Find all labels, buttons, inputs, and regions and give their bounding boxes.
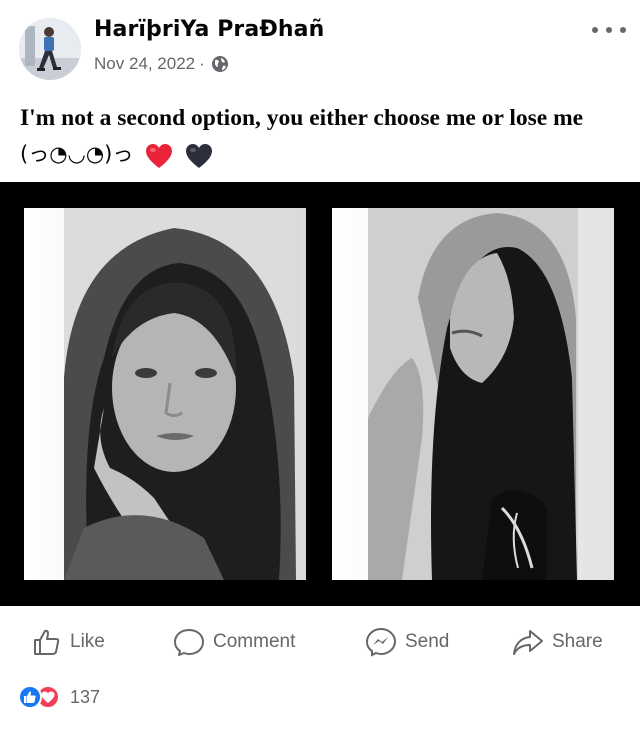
post-meta: Nov 24, 2022 · bbox=[94, 54, 229, 74]
like-label: Like bbox=[70, 631, 105, 652]
post-photo[interactable] bbox=[0, 182, 640, 606]
post-text-line: I'm not a second option, you either choo… bbox=[20, 105, 584, 131]
post-header: HarïþriYa PraĐhañ Nov 24, 2022 · bbox=[0, 0, 640, 90]
post-date[interactable]: Nov 24, 2022 bbox=[94, 54, 195, 74]
like-icon bbox=[34, 629, 60, 655]
kaomoji: (っ◔◡◔)っ bbox=[20, 142, 134, 166]
black-heart-icon bbox=[185, 143, 213, 169]
share-label: Share bbox=[552, 631, 603, 652]
comment-label: Comment bbox=[213, 631, 296, 652]
more-options-icon[interactable] bbox=[592, 18, 626, 42]
like-button[interactable]: Like bbox=[32, 620, 105, 664]
photo-right bbox=[332, 208, 614, 580]
share-button[interactable]: Share bbox=[512, 620, 603, 664]
comment-button[interactable]: Comment bbox=[173, 620, 295, 664]
author-name[interactable]: HarïþriYa PraĐhañ bbox=[94, 17, 324, 42]
send-label: Send bbox=[405, 631, 450, 652]
globe-icon bbox=[211, 55, 229, 73]
like-reaction-icon bbox=[18, 685, 42, 709]
red-heart-icon bbox=[145, 143, 173, 169]
author-avatar[interactable] bbox=[19, 18, 81, 80]
photo-left bbox=[24, 208, 306, 580]
post-action-bar: Like Comment Send Share bbox=[0, 620, 640, 664]
messenger-icon bbox=[365, 627, 397, 657]
comment-icon bbox=[174, 629, 204, 656]
reaction-count: 137 bbox=[70, 686, 101, 707]
reactions-summary[interactable]: 137 bbox=[18, 684, 100, 710]
share-icon bbox=[513, 630, 543, 655]
post-text-emoji-line: (っ◔◡◔)っ bbox=[20, 136, 625, 172]
send-button[interactable]: Send bbox=[365, 620, 449, 664]
post-text: I'm not a second option, you either choo… bbox=[20, 100, 625, 172]
meta-separator: · bbox=[199, 54, 205, 73]
